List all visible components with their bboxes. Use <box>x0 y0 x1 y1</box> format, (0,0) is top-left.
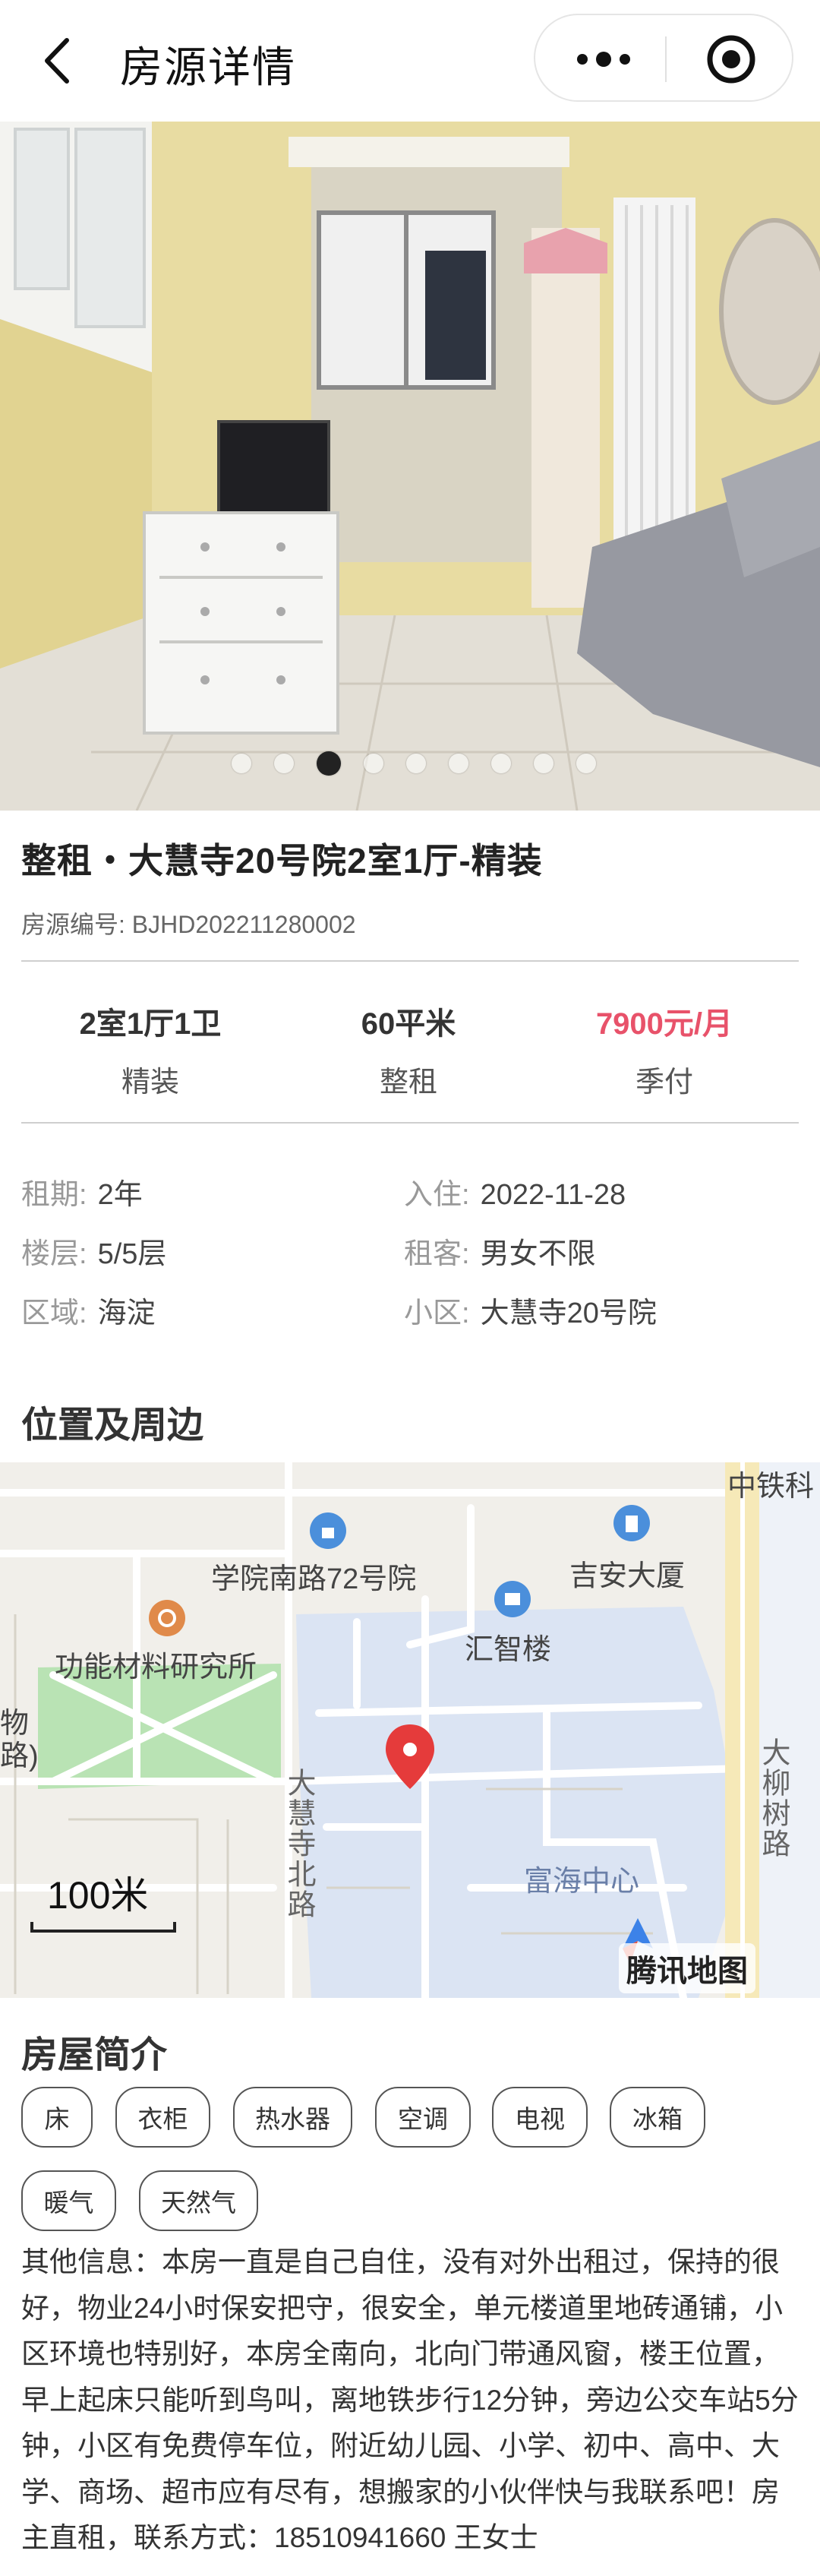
map-label: 吉安大厦 <box>569 1560 686 1592</box>
stat-price-value: 7900元/月 <box>595 1007 733 1041</box>
amenity-tag: 天然气 <box>139 2170 258 2231</box>
listing-description: 其他信息：本房一直是自己自住，没有对外出租过，保持的很好，物业24小时保安把守，… <box>21 2246 799 2553</box>
info-label: 租期: <box>21 1179 87 1211</box>
carousel-dot[interactable] <box>406 754 426 773</box>
info-floor: 楼层: 5/5层 <box>21 1230 166 1272</box>
listing-title: 整租・大慧寺20号院2室1厅-精装 <box>21 841 543 880</box>
info-value: 大慧寺20号院 <box>480 1297 657 1329</box>
amenity-tag: 电视 <box>492 2087 588 2148</box>
amenity-tag: 暖气 <box>21 2170 116 2231</box>
carousel-indicator <box>0 748 820 779</box>
map-brand: 腾讯地图 <box>619 1943 755 1993</box>
map-label: 学院南路72号院 <box>211 1563 417 1595</box>
info-move-in: 入住: 2022-11-28 <box>404 1171 626 1212</box>
map-label: 汇智楼 <box>465 1634 552 1666</box>
listing-code: 房源编号: BJHD202211280002 <box>21 906 356 940</box>
stat-area-sub: 整租 <box>379 1067 437 1098</box>
info-label: 租客: <box>404 1238 470 1270</box>
map-label: 路) <box>0 1740 39 1772</box>
carousel-dot[interactable] <box>232 754 251 773</box>
stat-price-sub: 季付 <box>635 1067 693 1098</box>
info-district: 区域: 海淀 <box>21 1289 156 1331</box>
info-value: 2022-11-28 <box>480 1179 626 1211</box>
capsule-divider <box>665 36 667 82</box>
navbar: 房源详情 <box>0 0 820 122</box>
info-value: 2年 <box>97 1179 143 1211</box>
map-label: 功能材料研究所 <box>55 1651 257 1683</box>
listing-code-value: BJHD202211280002 <box>131 911 356 938</box>
stat-area: 60平米 整租 <box>279 999 538 1100</box>
amenity-tag: 热水器 <box>233 2087 352 2148</box>
info-value: 男女不限 <box>480 1238 596 1270</box>
carousel-dot[interactable] <box>491 754 511 773</box>
info-label: 入住: <box>404 1179 470 1211</box>
carousel-dot[interactable] <box>317 751 341 776</box>
divider <box>21 1122 799 1124</box>
carousel-dot[interactable] <box>534 754 554 773</box>
amenity-tag: 冰箱 <box>610 2087 705 2148</box>
info-value: 5/5层 <box>97 1238 167 1270</box>
page-title: 房源详情 <box>120 43 296 91</box>
room-photo <box>0 122 820 811</box>
carousel-dot[interactable] <box>364 754 383 773</box>
map-road-label: 大柳树路 <box>757 1737 789 1859</box>
more-icon[interactable] <box>566 36 642 82</box>
back-arrow-icon[interactable] <box>38 34 84 87</box>
stat-price: 7900元/月 季付 <box>535 999 793 1100</box>
stat-layout-sub: 精装 <box>121 1067 179 1098</box>
stat-layout-value: 2室1厅1卫 <box>79 1007 222 1041</box>
listing-code-label: 房源编号: <box>21 911 125 938</box>
amenity-tag: 衣柜 <box>115 2087 210 2148</box>
info-value: 海淀 <box>97 1297 156 1329</box>
info-community: 小区: 大慧寺20号院 <box>404 1289 657 1331</box>
section-heading-location: 位置及周边 <box>21 1405 204 1446</box>
carousel-dot[interactable] <box>274 754 294 773</box>
info-label: 小区: <box>404 1297 470 1329</box>
photo-carousel[interactable] <box>0 122 820 811</box>
map-road-label: 大慧寺北路 <box>282 1768 314 1920</box>
info-lease-term: 租期: 2年 <box>21 1171 143 1212</box>
info-label: 楼层: <box>21 1238 87 1270</box>
carousel-dot[interactable] <box>449 754 468 773</box>
map-label: 富海中心 <box>524 1866 640 1898</box>
info-tenant: 租客: 男女不限 <box>404 1230 596 1272</box>
stat-area-value: 60平米 <box>361 1007 456 1041</box>
carousel-dot[interactable] <box>576 754 596 773</box>
map-label: 中铁科 <box>727 1471 815 1503</box>
map-scale-text: 100米 <box>47 1874 149 1917</box>
amenity-tag: 空调 <box>375 2087 471 2148</box>
target-close-icon[interactable] <box>704 32 758 87</box>
amenity-tag: 床 <box>21 2087 93 2148</box>
stat-layout: 2室1厅1卫 精装 <box>21 999 279 1100</box>
info-label: 区域: <box>21 1297 87 1329</box>
map-scale-bar <box>30 1922 176 1933</box>
divider <box>21 960 799 962</box>
mini-program-capsule <box>534 14 793 102</box>
section-heading-intro: 房屋简介 <box>21 2035 168 2075</box>
